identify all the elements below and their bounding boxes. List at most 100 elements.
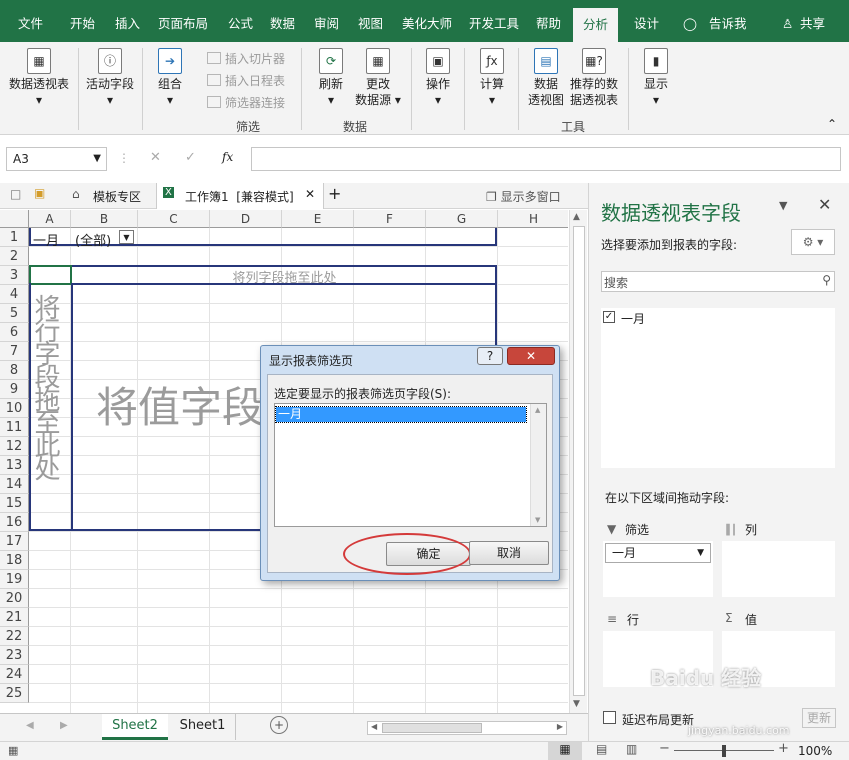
recommended-pivot-button[interactable]: ▦? 推荐的数 据透视表: [566, 48, 622, 108]
field-item[interactable]: 一月: [621, 310, 645, 327]
column-header[interactable]: G: [426, 210, 498, 228]
filters-area[interactable]: 一月 ▼: [603, 541, 713, 597]
close-dialog-button[interactable]: ✕: [507, 347, 555, 365]
row-header[interactable]: 20: [0, 589, 29, 608]
add-tab-icon[interactable]: +: [328, 184, 341, 203]
row-header[interactable]: 6: [0, 323, 29, 342]
row-header[interactable]: 5: [0, 304, 29, 323]
zoom-slider-thumb[interactable]: [722, 745, 726, 757]
change-source-button[interactable]: ▦ 更改 数据源 ▾: [352, 48, 404, 108]
filter-connections-button[interactable]: 筛选器连接: [207, 94, 285, 111]
sheet-tab-sheet2[interactable]: Sheet2: [102, 714, 168, 740]
column-header[interactable]: H: [498, 210, 568, 228]
scroll-down-icon[interactable]: ▼: [535, 516, 540, 524]
tab-home[interactable]: 开始: [70, 0, 95, 42]
row-header[interactable]: 21: [0, 608, 29, 627]
row-header[interactable]: 16: [0, 513, 29, 532]
collapse-ribbon-icon[interactable]: ⌃: [827, 117, 837, 131]
macro-record-icon[interactable]: ▦: [8, 744, 18, 757]
refresh-button[interactable]: ⟳ 刷新 ▾: [313, 48, 349, 108]
column-header[interactable]: A: [29, 210, 71, 228]
tab-tell-me[interactable]: 告诉我: [709, 0, 747, 42]
scroll-left-icon[interactable]: ◀: [371, 722, 377, 731]
row-header[interactable]: 22: [0, 627, 29, 646]
next-sheet-icon[interactable]: ▶: [60, 720, 68, 731]
row-header[interactable]: 1: [0, 228, 29, 247]
active-field-button[interactable]: ⓘ 活动字段 ▾: [84, 48, 136, 108]
calculations-button[interactable]: ƒx 计算 ▾: [472, 48, 512, 108]
row-header[interactable]: 11: [0, 418, 29, 437]
add-sheet-icon[interactable]: +: [270, 716, 288, 734]
horizontal-scroll-thumb[interactable]: [382, 723, 482, 733]
select-all-corner[interactable]: [0, 210, 29, 228]
tab-insert[interactable]: 插入: [115, 0, 140, 42]
row-header[interactable]: 24: [0, 665, 29, 684]
tab-formulas[interactable]: 公式: [228, 0, 253, 42]
column-header[interactable]: C: [138, 210, 210, 228]
zoom-in-icon[interactable]: +: [778, 741, 789, 756]
row-header[interactable]: 14: [0, 475, 29, 494]
filter-dropdown-icon[interactable]: ▼: [119, 230, 134, 244]
scroll-down-icon[interactable]: ▼: [573, 699, 580, 709]
row-header[interactable]: 7: [0, 342, 29, 361]
row-header[interactable]: 2: [0, 247, 29, 266]
page-layout-view-icon[interactable]: ▤: [596, 742, 607, 756]
update-button[interactable]: 更新: [802, 708, 836, 728]
actions-button[interactable]: ▣ 操作 ▾: [418, 48, 458, 108]
prev-sheet-icon[interactable]: ◀: [26, 720, 34, 731]
tab-page-layout[interactable]: 页面布局: [158, 0, 208, 42]
scroll-right-icon[interactable]: ▶: [557, 722, 563, 731]
row-header[interactable]: 19: [0, 570, 29, 589]
sheet-tab-sheet1[interactable]: Sheet1: [170, 714, 236, 740]
tab-developer[interactable]: 开发工具: [469, 0, 519, 42]
row-header[interactable]: 17: [0, 532, 29, 551]
scroll-up-icon[interactable]: ▲: [573, 212, 580, 222]
row-header[interactable]: 15: [0, 494, 29, 513]
normal-view-icon[interactable]: ▦: [548, 742, 582, 760]
close-tab-icon[interactable]: ✕: [305, 187, 315, 201]
group-button[interactable]: ➔ 组合 ▾: [150, 48, 190, 108]
row-header[interactable]: 3: [0, 266, 29, 285]
row-header[interactable]: 12: [0, 437, 29, 456]
formula-input[interactable]: [251, 147, 841, 171]
tab-file[interactable]: 文件: [18, 0, 43, 42]
tab-view[interactable]: 视图: [358, 0, 383, 42]
vertical-scroll-thumb[interactable]: [573, 226, 585, 696]
field-checkbox[interactable]: ✓: [603, 311, 615, 323]
row-header[interactable]: 4: [0, 285, 29, 304]
column-header[interactable]: F: [354, 210, 426, 228]
panel-options-icon[interactable]: ▼: [779, 199, 787, 212]
page-break-view-icon[interactable]: ▥: [626, 742, 637, 756]
row-header[interactable]: 10: [0, 399, 29, 418]
help-button[interactable]: ?: [477, 347, 503, 365]
tab-help[interactable]: 帮助: [536, 0, 561, 42]
new-document-icon[interactable]: □: [10, 187, 21, 201]
row-header[interactable]: 9: [0, 380, 29, 399]
name-box[interactable]: A3 ▼: [6, 147, 107, 171]
column-header[interactable]: D: [210, 210, 282, 228]
listbox-item[interactable]: 一月: [275, 406, 527, 423]
row-header[interactable]: 25: [0, 684, 29, 703]
horizontal-scrollbar[interactable]: ◀ ▶: [367, 721, 567, 735]
close-panel-icon[interactable]: ✕: [818, 195, 831, 214]
field-listbox[interactable]: 一月 ▲ ▼: [274, 403, 547, 527]
listbox-scrollbar[interactable]: ▲ ▼: [530, 404, 546, 526]
cancel-icon[interactable]: ✕: [150, 150, 161, 165]
tab-design[interactable]: 设计: [634, 0, 659, 42]
filter-field-item[interactable]: 一月 ▼: [605, 543, 711, 563]
workbook-tab[interactable]: X 工作簿1 [兼容模式] ✕: [156, 183, 324, 209]
cancel-button[interactable]: 取消: [469, 541, 549, 565]
folder-icon[interactable]: ▣: [34, 186, 45, 200]
column-header[interactable]: B: [71, 210, 138, 228]
tab-analyze[interactable]: 分析: [573, 8, 619, 42]
enter-icon[interactable]: ✓: [185, 150, 196, 165]
columns-area[interactable]: [722, 541, 835, 597]
pivottable-button[interactable]: ▦ 数据透视表 ▾: [8, 48, 70, 108]
pivotchart-button[interactable]: ▤ 数据 透视图: [526, 48, 566, 108]
row-header[interactable]: 23: [0, 646, 29, 665]
insert-slicer-button[interactable]: 插入切片器: [207, 50, 285, 67]
template-tab[interactable]: 模板专区: [93, 188, 141, 205]
scroll-up-icon[interactable]: ▲: [535, 406, 540, 414]
defer-update-checkbox[interactable]: [603, 711, 616, 724]
vertical-scrollbar[interactable]: ▲ ▼: [569, 210, 587, 713]
